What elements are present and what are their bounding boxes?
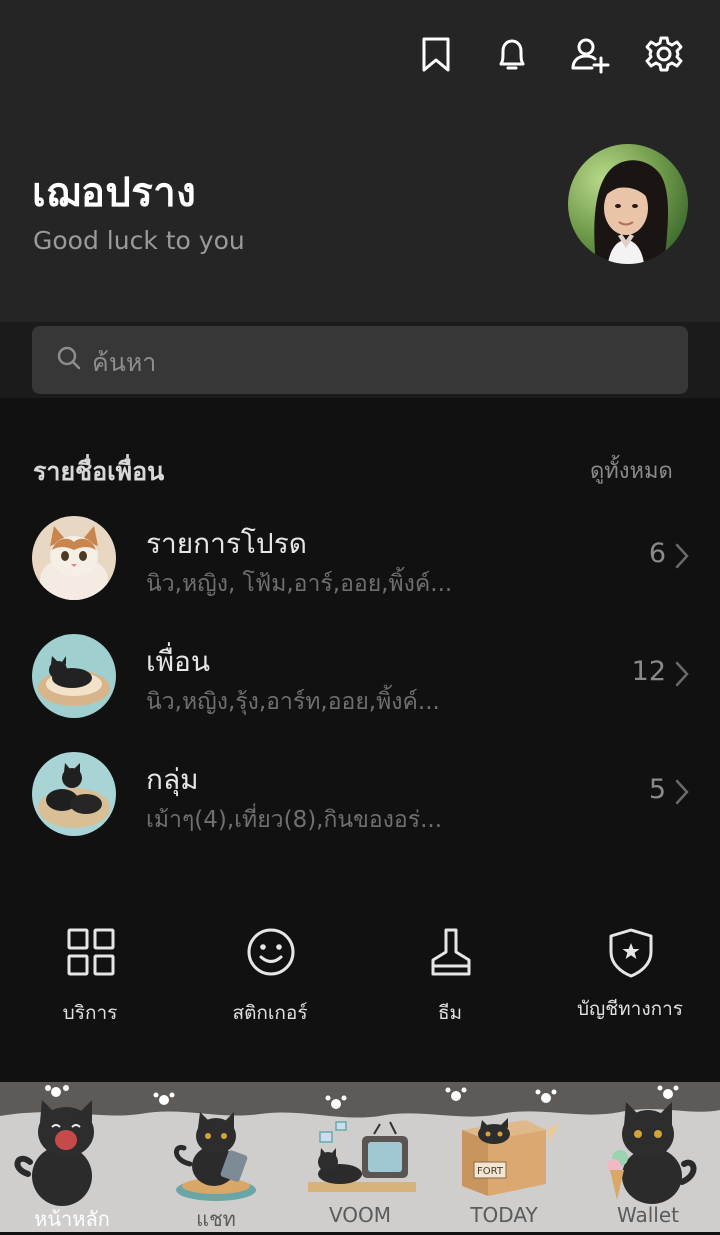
friends-cat-thumbnail — [32, 634, 116, 718]
quick-action-label: สติกเกอร์ — [232, 1002, 308, 1024]
quick-action-services[interactable]: บริการ — [0, 926, 180, 1036]
quick-action-stickers[interactable]: สติกเกอร์ — [180, 926, 360, 1036]
tab-wallet[interactable]: Wallet — [576, 1082, 720, 1232]
row-title: เพื่อน — [146, 645, 210, 678]
row-count: 6 — [648, 538, 666, 569]
tab-chat[interactable]: แชท — [144, 1082, 288, 1232]
search-icon — [56, 345, 82, 371]
tab-label: Wallet — [616, 1203, 679, 1227]
quick-action-label: บัญชีทางการ — [577, 998, 683, 1020]
fort-box-text: FORT — [477, 1166, 504, 1177]
brush-icon — [431, 928, 471, 976]
tab-home[interactable]: หน้าหลัก — [0, 1082, 144, 1232]
shield-star-icon — [609, 928, 653, 978]
tab-today[interactable]: FORT TODAY — [432, 1082, 576, 1232]
row-title: กลุ่ม — [146, 763, 199, 796]
bell-icon[interactable] — [492, 34, 532, 74]
friend-list-row-favorites[interactable]: รายการโปรด นิว,หญิง, โฟ้ม,อาร์,ออย,พิ้งค… — [0, 510, 720, 620]
add-friend-icon[interactable] — [570, 34, 610, 74]
tab-voom[interactable]: VOOM — [288, 1082, 432, 1232]
chevron-right-icon — [675, 779, 689, 805]
see-all-link[interactable]: ดูทั้งหมด — [590, 453, 673, 488]
chevron-right-icon — [675, 661, 689, 687]
favorites-cat-thumbnail — [32, 516, 116, 600]
gear-icon[interactable] — [644, 34, 684, 74]
row-count: 5 — [648, 774, 666, 805]
quick-action-label: ธีม — [437, 1002, 463, 1024]
friends-section-title: รายชื่อเพื่อน — [33, 457, 165, 486]
groups-cat-thumbnail — [32, 752, 116, 836]
quick-action-official-accounts[interactable]: บัญชีทางการ — [540, 926, 720, 1036]
chevron-right-icon — [675, 543, 689, 569]
tab-label: VOOM — [328, 1203, 392, 1227]
profile-avatar[interactable] — [568, 144, 688, 264]
tab-label: แชท — [196, 1207, 236, 1231]
quick-action-themes[interactable]: ธีม — [360, 926, 540, 1036]
row-subtitle: นิว,หญิง,รุ้ง,อาร์ท,ออย,พิ้งค์... — [146, 689, 440, 715]
friend-list-row-groups[interactable]: กลุ่ม เม้าๆ(4),เที่ยว(8),กินของอร่... 5 — [0, 746, 720, 856]
row-subtitle: นิว,หญิง, โฟ้ม,อาร์,ออย,พิ้งค์... — [146, 571, 453, 597]
row-count: 12 — [631, 656, 666, 687]
smiley-icon — [247, 928, 295, 976]
row-title: รายการโปรด — [146, 527, 307, 560]
tab-label: TODAY — [470, 1203, 538, 1227]
bookmark-icon[interactable] — [416, 34, 456, 74]
grid-icon — [67, 928, 115, 976]
tab-label: หน้าหลัก — [34, 1207, 110, 1231]
status-message[interactable]: Good luck to you — [33, 226, 245, 255]
quick-action-label: บริการ — [62, 1002, 118, 1024]
row-subtitle: เม้าๆ(4),เที่ยว(8),กินของอร่... — [146, 807, 443, 833]
friend-list-row-friends[interactable]: เพื่อน นิว,หญิง,รุ้ง,อาร์ท,ออย,พิ้งค์...… — [0, 628, 720, 738]
profile-name[interactable]: เฌอปราง — [32, 160, 196, 224]
search-placeholder: ค้นหา — [92, 348, 157, 377]
